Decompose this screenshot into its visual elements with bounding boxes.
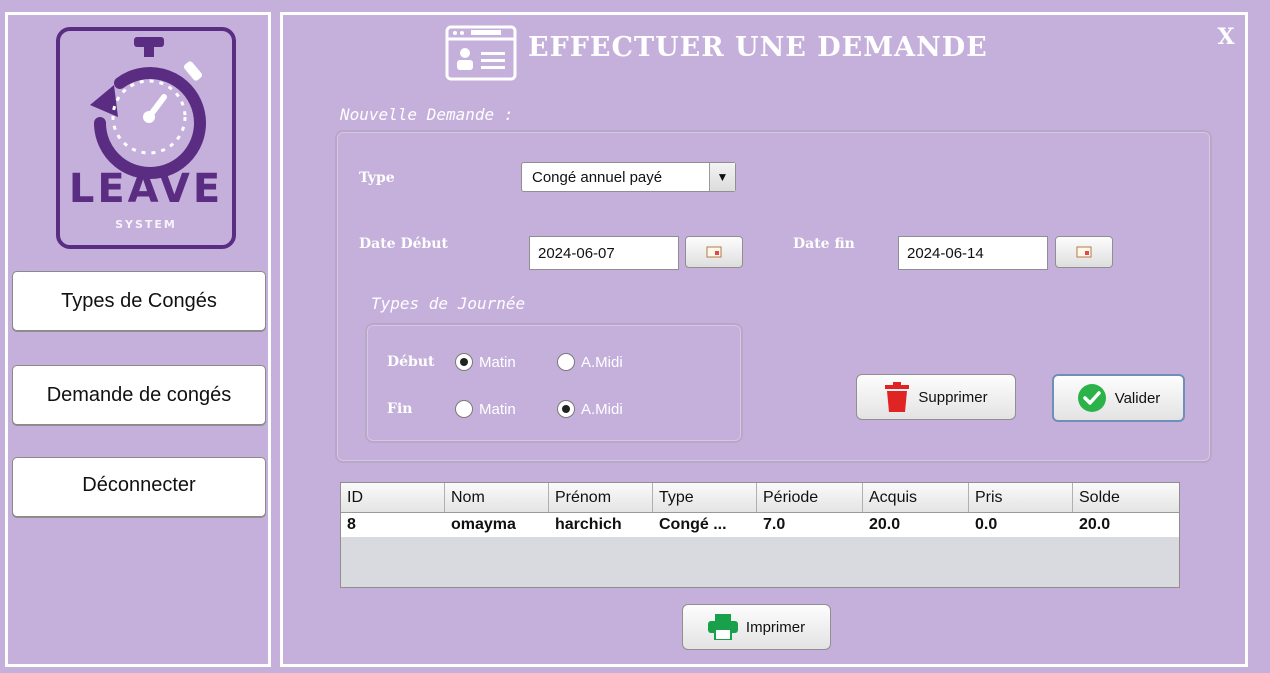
close-button[interactable]: X	[1214, 23, 1238, 51]
app-logo: LEAVE SYSTEM	[56, 27, 236, 249]
calendar-icon	[706, 246, 722, 258]
column-header[interactable]: Solde	[1073, 483, 1179, 512]
table-cell: 8	[347, 516, 356, 533]
stopwatch-icon	[90, 37, 206, 179]
radio-checked-icon	[557, 400, 575, 418]
column-header[interactable]: Acquis	[863, 483, 969, 512]
date-fin-calendar-button[interactable]	[1055, 236, 1113, 268]
table-row[interactable]: 8 omayma harchich Congé ... 7.0 20.0 0.0…	[341, 513, 1179, 537]
debut-amidi-radio[interactable]: A.Midi	[557, 353, 623, 371]
date-debut-input[interactable]	[529, 236, 679, 270]
table-cell: 20.0	[1079, 516, 1111, 533]
nav-types-conges-button[interactable]: Types de Congés	[12, 271, 266, 331]
section-title-nouvelle-demande: Nouvelle Demande :	[340, 105, 514, 124]
check-circle-icon	[1077, 384, 1106, 412]
nav-demande-conges-button[interactable]: Demande de congés	[12, 365, 266, 425]
date-debut-calendar-button[interactable]	[685, 236, 743, 268]
fin-amidi-radio[interactable]: A.Midi	[557, 400, 623, 418]
debut-matin-radio[interactable]: Matin	[455, 353, 516, 371]
printer-icon	[707, 614, 738, 640]
radio-checked-icon	[455, 353, 473, 371]
column-header[interactable]: Nom	[445, 483, 549, 512]
table-cell: 7.0	[763, 516, 786, 533]
fin-label: Fin	[387, 401, 413, 417]
column-header[interactable]: Prénom	[549, 483, 653, 512]
debut-label: Début	[387, 354, 435, 370]
column-header[interactable]: ID	[341, 483, 445, 512]
delete-button[interactable]: Supprimer	[856, 374, 1016, 420]
logout-button[interactable]: Déconnecter	[12, 457, 266, 517]
type-label: Type	[359, 170, 395, 186]
id-card-icon	[445, 25, 517, 81]
print-button[interactable]: Imprimer	[682, 604, 831, 650]
radio-unchecked-icon	[557, 353, 575, 371]
trash-icon	[885, 382, 910, 412]
table-cell: harchich	[555, 516, 622, 533]
column-header[interactable]: Type	[653, 483, 757, 512]
type-select[interactable]: Congé annuel payé ▼	[521, 162, 736, 192]
table-cell: 20.0	[869, 516, 901, 533]
sidebar: LEAVE SYSTEM Types de Congés Demande de …	[5, 12, 271, 667]
type-select-value: Congé annuel payé	[532, 168, 663, 186]
types-journee-label: Types de Journée	[371, 294, 526, 313]
column-header[interactable]: Pris	[969, 483, 1073, 512]
table-header: ID Nom Prénom Type Période Acquis Pris S…	[341, 483, 1179, 513]
fin-matin-radio[interactable]: Matin	[455, 400, 516, 418]
chevron-down-icon[interactable]: ▼	[709, 163, 735, 191]
main-panel: X EFFECTUER UNE DEMANDE Nouvelle Demande…	[280, 12, 1248, 667]
date-debut-label: Date Début	[359, 236, 448, 252]
table-cell: Congé ...	[659, 516, 727, 533]
logo-subtitle: SYSTEM	[115, 218, 177, 231]
page-title: EFFECTUER UNE DEMANDE	[528, 32, 988, 63]
request-form: Type Congé annuel payé ▼ Date Début Date…	[335, 130, 1212, 463]
calendar-icon	[1076, 246, 1092, 258]
logo-title: LEAVE	[68, 166, 224, 212]
types-journee-group: Début Matin A.Midi Fin Matin A.Midi	[365, 323, 743, 443]
table-cell: omayma	[451, 516, 516, 533]
radio-unchecked-icon	[455, 400, 473, 418]
date-fin-input[interactable]	[898, 236, 1048, 270]
table-cell: 0.0	[975, 516, 998, 533]
date-fin-label: Date fin	[793, 236, 855, 252]
requests-table: ID Nom Prénom Type Période Acquis Pris S…	[340, 482, 1180, 588]
validate-button[interactable]: Valider	[1052, 374, 1185, 422]
column-header[interactable]: Période	[757, 483, 863, 512]
